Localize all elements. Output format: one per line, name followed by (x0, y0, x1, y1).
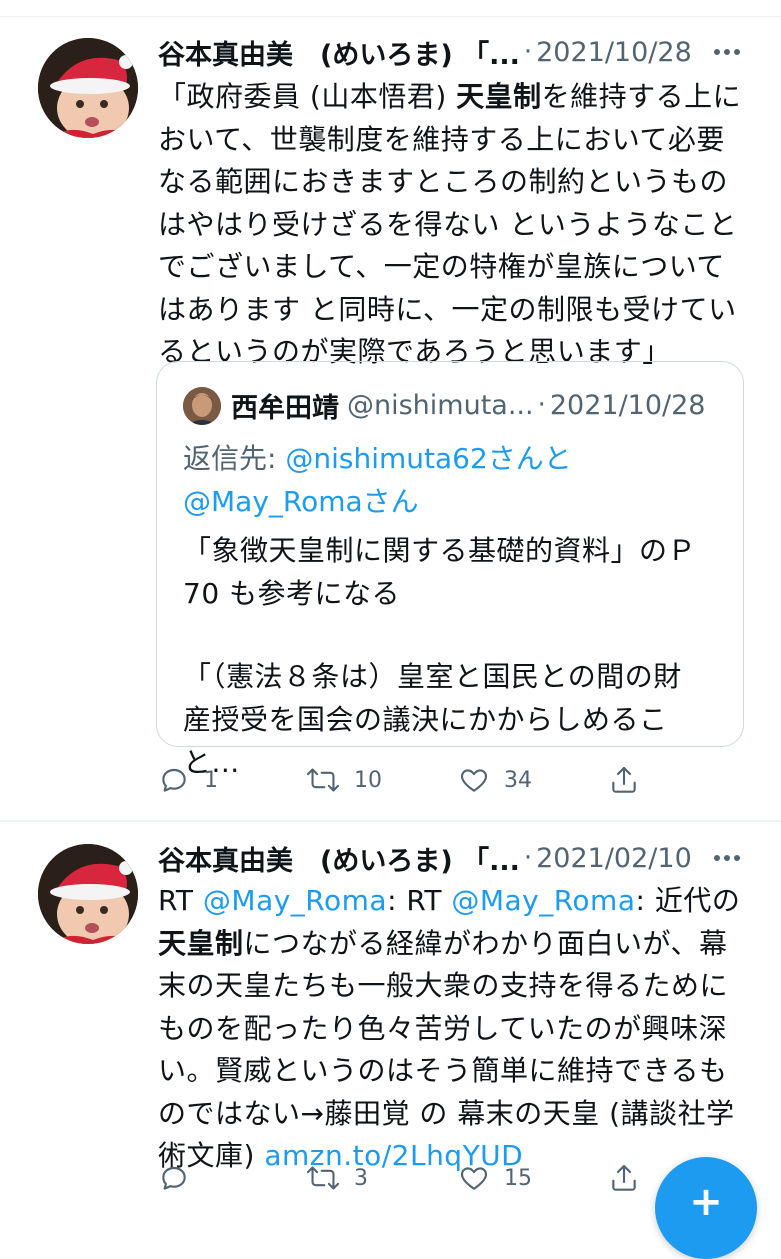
quoted-text: 「象徴天皇制に関する基礎的資料」のＰ 70 も参考になる 「（憲法８条は）皇室と… (183, 529, 723, 784)
tweet-text-part: : RT (387, 884, 452, 917)
quoted-date: 2021/10/28 (549, 389, 706, 421)
retweet-icon (306, 1166, 340, 1190)
baby-avatar-image (38, 844, 138, 944)
quoted-author-name: 西牟田靖 (231, 392, 339, 424)
reply-button[interactable]: 1 (158, 758, 218, 802)
tweet-header: 谷本真由美 (めいろま) 「... · 2021/02/10 (158, 838, 741, 878)
retweet-count: 3 (354, 1165, 368, 1191)
reply-context: 返信先: @nishimuta62さんと @May_Romaさん (183, 437, 723, 523)
reply-suffix: さん (362, 485, 419, 518)
reply-icon (162, 1166, 186, 1190)
retweet-button[interactable]: 3 (306, 1156, 368, 1200)
more-options-icon[interactable] (701, 838, 741, 878)
tweet-text: RT @May_Roma: RT @May_Roma: 近代の天皇制につながる経… (158, 880, 748, 1178)
retweet-button[interactable]: 10 (306, 758, 382, 802)
like-count: 15 (504, 1165, 532, 1191)
more-options-icon[interactable] (701, 32, 741, 72)
reply-prefix: 返信先: (183, 442, 286, 475)
plus-icon: + (689, 1179, 723, 1225)
separator-dot: · (537, 390, 546, 420)
avatar[interactable] (38, 38, 138, 138)
person-avatar-image (183, 387, 221, 425)
quoted-tweet[interactable]: 西牟田靖 @nishimuta... · 2021/10/28 返信先: @ni… (156, 361, 744, 779)
tweet-text-part: につながる経緯がわかり面白いが、幕末の天皇たちも一般大衆の支持を得るためにものを… (158, 926, 735, 1173)
avatar[interactable] (38, 844, 138, 944)
baby-avatar-image (38, 38, 138, 138)
quoted-text-line: 「（憲法８条は）皇室と国民との間の財 (183, 660, 682, 693)
quoted-header: 西牟田靖 @nishimuta... · 2021/10/28 (231, 385, 715, 425)
separator-dot: · (523, 37, 533, 67)
reply-mention[interactable]: @May_Roma (183, 485, 363, 518)
heart-icon (460, 769, 488, 792)
retweet-count: 10 (354, 767, 382, 793)
tweet-actions: 3 15 (158, 1156, 658, 1200)
like-button[interactable]: 15 (458, 1156, 532, 1200)
retweet-icon (306, 768, 340, 792)
heart-icon (460, 1167, 488, 1190)
mention-link[interactable]: @May_Roma (203, 884, 387, 917)
tweet-text-part: 「政府委員 (山本悟君) (158, 80, 457, 113)
share-icon (612, 766, 636, 793)
quoted-avatar[interactable] (183, 387, 221, 425)
share-button[interactable] (608, 1156, 640, 1200)
reply-count: 1 (204, 767, 218, 793)
compose-tweet-button[interactable]: + (655, 1157, 757, 1259)
tweet-text-part: RT (158, 884, 203, 917)
like-button[interactable]: 34 (458, 758, 532, 802)
share-icon (612, 1164, 636, 1191)
mention-link[interactable]: @May_Roma (451, 884, 635, 917)
share-button[interactable] (608, 758, 640, 802)
quoted-text-line: 70 も参考になる (183, 577, 401, 610)
like-count: 34 (504, 767, 532, 793)
tweet-text-part: を維持する上において、世襲制度を維持する上において必要なる範囲におきますところの… (158, 80, 742, 368)
tweet-text-highlight: 天皇制 (456, 80, 542, 113)
quoted-handle: @nishimuta... (347, 389, 534, 421)
tweet[interactable]: 谷本真由美 (めいろま) 「... · 2021/02/10 RT @May_R… (0, 822, 781, 1200)
separator-dot: · (523, 843, 533, 873)
tweet-header: 谷本真由美 (めいろま) 「... · 2021/10/28 (158, 32, 741, 72)
reply-icon (162, 768, 186, 792)
tweet[interactable]: 谷本真由美 (めいろま) 「... · 2021/10/28 「政府委員 (山本… (0, 0, 781, 820)
tweet-date[interactable]: 2021/02/10 (536, 843, 692, 874)
tweet-text-part: : 近代の (635, 884, 741, 917)
tweet-actions: 1 10 34 (158, 758, 658, 802)
tweet-date[interactable]: 2021/10/28 (536, 37, 692, 68)
reply-connector: さんと (487, 442, 572, 475)
quoted-text-line: 「象徴天皇制に関する基礎的資料」のＰ (183, 534, 697, 567)
reply-button[interactable] (158, 1156, 204, 1200)
tweet-text-highlight: 天皇制 (158, 926, 244, 960)
tweet-text: 「政府委員 (山本悟君) 天皇制を維持する上において、世襲制度を維持する上におい… (158, 76, 748, 374)
author-name[interactable]: 谷本真由美 (めいろま) 「... (158, 33, 520, 72)
author-name[interactable]: 谷本真由美 (めいろま) 「... (158, 839, 520, 878)
reply-mention[interactable]: @nishimuta62 (285, 442, 487, 475)
